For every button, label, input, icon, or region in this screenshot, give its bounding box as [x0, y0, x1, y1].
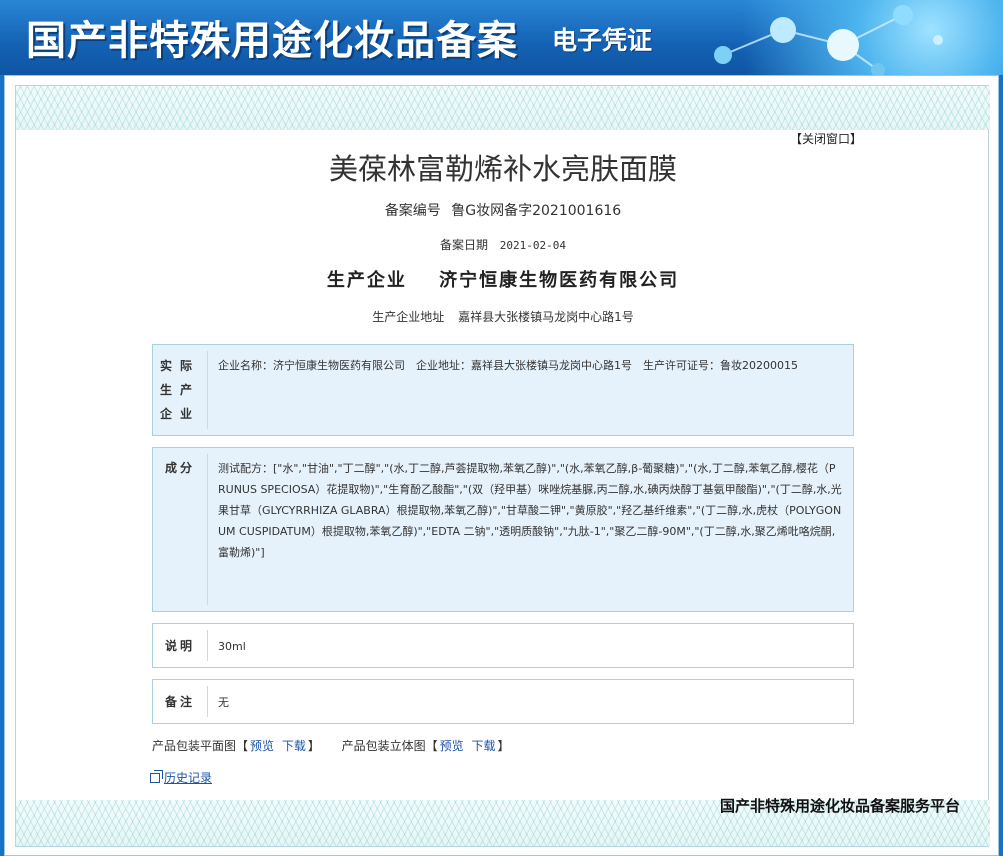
- certificate-frame: 【关闭窗口】 美葆林富勒烯补水亮肤面膜 备案编号 鲁G妆网备字202100161…: [4, 75, 999, 856]
- platform-footer-title: 国产非特殊用途化妆品备案服务平台: [719, 797, 960, 815]
- manufacturer-address: 生产企业地址 嘉祥县大张楼镇马龙岗中心路1号: [16, 308, 990, 325]
- remark-content: 无: [218, 696, 229, 709]
- molecule-decoration-icon: [714, 5, 943, 75]
- manufacturer-value: 济宁恒康生物医药有限公司: [439, 270, 680, 291]
- history-label: 历史记录: [164, 771, 213, 785]
- guilloche-top-border: [16, 86, 990, 130]
- solid-package-preview-link[interactable]: 预览: [440, 739, 464, 753]
- solid-package-download-link[interactable]: 下载: [471, 739, 495, 753]
- manufacturer-label: 生产企业: [326, 270, 407, 291]
- certificate-body: 【关闭窗口】 美葆林富勒烯补水亮肤面膜 备案编号 鲁G妆网备字202100161…: [15, 85, 990, 847]
- bracket: 【: [236, 739, 249, 753]
- manufacturer: 生产企业 济宁恒康生物医药有限公司: [16, 266, 990, 292]
- ingredients-box: 成分 测试配方：["水","甘油","丁二醇","(水,丁二醇,芦荟提取物,苯氧…: [152, 447, 854, 612]
- solid-package-label: 产品包装立体图: [341, 739, 426, 753]
- remark-label: 备注: [153, 686, 208, 717]
- banner-title: 国产非特殊用途化妆品备案: [26, 17, 518, 64]
- flat-package-preview-link[interactable]: 预览: [250, 739, 274, 753]
- flat-package-label: 产品包装平面图: [152, 739, 237, 753]
- ingredients-label: 成分: [153, 454, 208, 605]
- bracket: 】: [307, 739, 320, 753]
- bracket: 】: [497, 739, 510, 753]
- registration-date-value: 2021-02-04: [499, 239, 567, 252]
- description-content: 30ml: [218, 640, 246, 653]
- registration-date: 备案日期 2021-02-04: [16, 236, 990, 253]
- bracket: 【: [425, 739, 438, 753]
- registration-number: 备案编号 鲁G妆网备字2021001616: [16, 200, 990, 220]
- remark-box: 备注 无: [152, 679, 854, 724]
- header-banner: 国产非特殊用途化妆品备案 电子凭证: [0, 0, 1003, 75]
- banner-subtitle: 电子凭证: [552, 26, 653, 55]
- close-window-link[interactable]: 【关闭窗口】: [790, 130, 862, 147]
- external-window-icon: [150, 769, 163, 783]
- product-title: 美葆林富勒烯补水亮肤面膜: [328, 152, 677, 186]
- ingredients-content: 测试配方：["水","甘油","丁二醇","(水,丁二醇,芦荟提取物,苯氧乙醇)…: [218, 462, 842, 559]
- actual-manufacturer-label: 实际生产企业: [153, 351, 208, 429]
- manufacturer-address-label: 生产企业地址: [372, 310, 445, 324]
- packaging-links: 产品包装平面图【 预览 下载】 产品包装立体图【 预览 下载】: [152, 737, 509, 754]
- actual-manufacturer-content: 企业名称：济宁恒康生物医药有限公司 企业地址：嘉祥县大张楼镇马龙岗中心路1号 生…: [218, 359, 798, 372]
- description-label: 说明: [153, 630, 208, 661]
- history-link[interactable]: 历史记录: [150, 769, 212, 786]
- registration-number-value: 鲁G妆网备字2021001616: [451, 203, 622, 219]
- actual-manufacturer-box: 实际生产企业 企业名称：济宁恒康生物医药有限公司 企业地址：嘉祥县大张楼镇马龙岗…: [152, 344, 854, 436]
- registration-number-label: 备案编号: [384, 203, 441, 219]
- description-box: 说明 30ml: [152, 623, 854, 668]
- registration-date-label: 备案日期: [439, 238, 488, 252]
- flat-package-download-link[interactable]: 下载: [282, 739, 306, 753]
- manufacturer-address-value: 嘉祥县大张楼镇马龙岗中心路1号: [458, 310, 634, 324]
